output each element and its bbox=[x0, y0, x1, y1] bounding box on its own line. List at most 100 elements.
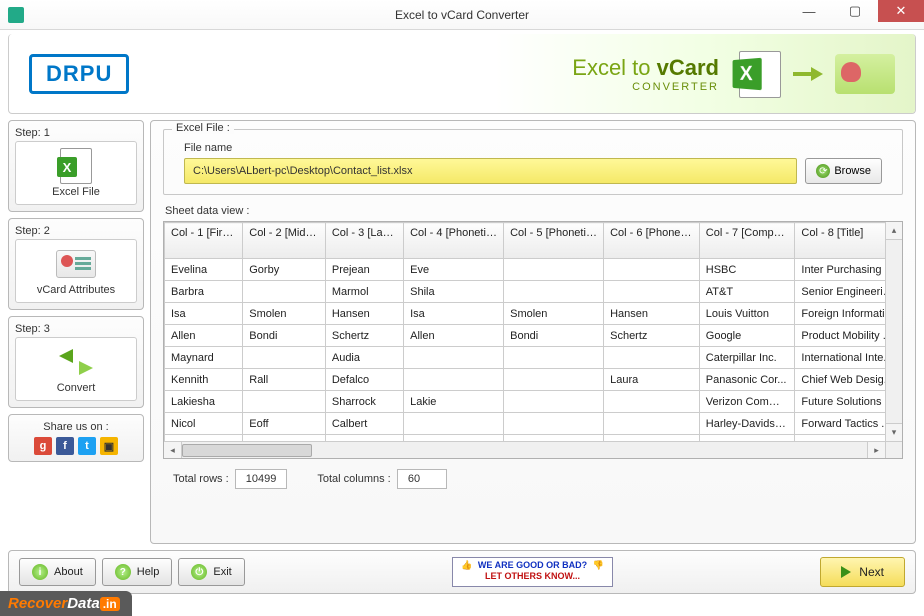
close-button[interactable]: ✕ bbox=[878, 0, 924, 22]
table-cell: Google bbox=[699, 325, 795, 347]
data-grid[interactable]: Col - 1 [First name]Col - 2 [Middle name… bbox=[163, 221, 903, 459]
table-cell bbox=[243, 347, 326, 369]
feedback-badge[interactable]: 👍 WE ARE GOOD OR BAD? 👎 LET OTHERS KNOW.… bbox=[452, 557, 612, 587]
next-button[interactable]: Next bbox=[820, 557, 905, 587]
table-cell: Nicol bbox=[165, 413, 243, 435]
help-button[interactable]: ?Help bbox=[102, 558, 173, 586]
table-cell bbox=[604, 391, 700, 413]
exit-button[interactable]: ⏻ Exit bbox=[178, 558, 244, 586]
column-header[interactable]: Col - 2 [Middle name] bbox=[243, 223, 326, 259]
column-header[interactable]: Col - 7 [Company] bbox=[699, 223, 795, 259]
title-bar: Excel to vCard Converter — ▢ ✕ bbox=[0, 0, 924, 30]
minimize-button[interactable]: — bbox=[786, 0, 832, 22]
table-row[interactable]: EvelinaGorbyPrejeanEveHSBCInter Purchasi… bbox=[165, 259, 902, 281]
share-label: Share us on : bbox=[15, 421, 137, 433]
table-cell: Harley-Davidso... bbox=[699, 413, 795, 435]
column-header[interactable]: Col - 3 [Lastname] bbox=[325, 223, 403, 259]
table-cell: Maynard bbox=[165, 347, 243, 369]
file-path-input[interactable]: C:\Users\ALbert-pc\Desktop\Contact_list.… bbox=[184, 158, 797, 184]
step-2-box: Step: 2 vCard Attributes bbox=[8, 218, 144, 310]
twitter-icon[interactable]: t bbox=[78, 437, 96, 455]
step-excel-file-button[interactable]: Excel File bbox=[15, 141, 137, 205]
table-cell bbox=[404, 369, 504, 391]
info-icon: i bbox=[32, 564, 48, 580]
table-row[interactable]: NicolEoffCalbertHarley-Davidso...Forward… bbox=[165, 413, 902, 435]
google-plus-icon[interactable]: g bbox=[34, 437, 52, 455]
excel-file-icon bbox=[60, 148, 92, 184]
step-convert-button[interactable]: Convert bbox=[15, 337, 137, 401]
column-header[interactable]: Col - 1 [First name] bbox=[165, 223, 243, 259]
table-cell bbox=[504, 369, 604, 391]
total-rows-label: Total rows : bbox=[173, 473, 229, 485]
table-cell: AT&T bbox=[699, 281, 795, 303]
brand-tagline-bold: vCard bbox=[657, 55, 719, 80]
table-row[interactable]: LakieshaSharrockLakieVerizon Commu...Fut… bbox=[165, 391, 902, 413]
table-cell bbox=[504, 413, 604, 435]
table-cell: Panasonic Cor... bbox=[699, 369, 795, 391]
table-cell: Marmol bbox=[325, 281, 403, 303]
table-cell: Lakie bbox=[404, 391, 504, 413]
maximize-button[interactable]: ▢ bbox=[832, 0, 878, 22]
exit-icon: ⏻ bbox=[191, 564, 207, 580]
table-cell: Schertz bbox=[325, 325, 403, 347]
table-cell: Shila bbox=[404, 281, 504, 303]
horizontal-scrollbar[interactable] bbox=[164, 441, 902, 458]
brand-tagline-sub: CONVERTER bbox=[572, 81, 719, 93]
vertical-scrollbar[interactable] bbox=[885, 222, 902, 441]
table-cell bbox=[504, 281, 604, 303]
table-cell: Eve bbox=[404, 259, 504, 281]
table-row[interactable]: KennithRallDefalcoLauraPanasonic Cor...C… bbox=[165, 369, 902, 391]
app-icon bbox=[8, 7, 24, 23]
browse-button[interactable]: ⟳ Browse bbox=[805, 158, 882, 184]
table-cell bbox=[243, 281, 326, 303]
content-panel: Excel File : File name C:\Users\ALbert-p… bbox=[150, 120, 916, 544]
table-cell bbox=[404, 413, 504, 435]
table-row[interactable]: AllenBondiSchertzAllenBondiSchertzGoogle… bbox=[165, 325, 902, 347]
column-header[interactable]: Col - 6 [Phonetic Given bbox=[604, 223, 700, 259]
total-cols-value: 60 bbox=[397, 469, 447, 489]
table-cell: Audia bbox=[325, 347, 403, 369]
table-cell: Bondi bbox=[504, 325, 604, 347]
column-header[interactable]: Col - 5 [Phonetic middle name] bbox=[504, 223, 604, 259]
table-cell bbox=[504, 259, 604, 281]
about-label: About bbox=[54, 566, 83, 578]
table-cell: Sharrock bbox=[325, 391, 403, 413]
help-label: Help bbox=[137, 566, 160, 578]
sheet-view-label: Sheet data view : bbox=[165, 205, 903, 217]
totals-row: Total rows : 10499 Total columns : 60 bbox=[163, 469, 903, 489]
step-3-caption: Convert bbox=[57, 382, 96, 394]
table-cell: Smolen bbox=[504, 303, 604, 325]
table-row[interactable]: BarbraMarmolShilaAT&TSenior Engineerin..… bbox=[165, 281, 902, 303]
header-banner: DRPU Excel to vCard CONVERTER bbox=[8, 34, 916, 114]
exit-label: Exit bbox=[213, 566, 231, 578]
scroll-thumb[interactable] bbox=[182, 444, 312, 457]
step-1-label: Step: 1 bbox=[15, 127, 137, 139]
feedback-line1: WE ARE GOOD OR BAD? bbox=[478, 560, 587, 570]
excel-file-legend: Excel File : bbox=[172, 122, 234, 134]
facebook-icon[interactable]: f bbox=[56, 437, 74, 455]
excel-file-fieldset: Excel File : File name C:\Users\ALbert-p… bbox=[163, 129, 903, 195]
step-vcard-attributes-button[interactable]: vCard Attributes bbox=[15, 239, 137, 303]
table-cell: Rall bbox=[243, 369, 326, 391]
about-button[interactable]: i About bbox=[19, 558, 96, 586]
table-cell: Calbert bbox=[325, 413, 403, 435]
table-cell bbox=[604, 347, 700, 369]
scroll-corner bbox=[885, 441, 902, 458]
table-cell bbox=[504, 391, 604, 413]
sidebar: Step: 1 Excel File Step: 2 vCard Attribu… bbox=[8, 120, 144, 544]
table-cell: Allen bbox=[165, 325, 243, 347]
table-cell: Verizon Commu... bbox=[699, 391, 795, 413]
table-cell: Gorby bbox=[243, 259, 326, 281]
table-cell bbox=[504, 347, 604, 369]
vcard-logo-icon bbox=[835, 54, 895, 94]
table-cell: Barbra bbox=[165, 281, 243, 303]
table-row[interactable]: MaynardAudiaCaterpillar Inc.Internationa… bbox=[165, 347, 902, 369]
table-cell bbox=[243, 391, 326, 413]
table-cell: Defalco bbox=[325, 369, 403, 391]
table-row[interactable]: IsaSmolenHansenIsaSmolenHansenLouis Vuit… bbox=[165, 303, 902, 325]
footer-data: Data bbox=[67, 595, 100, 612]
table-cell: Schertz bbox=[604, 325, 700, 347]
column-header[interactable]: Col - 4 [Phonetic Family name] bbox=[404, 223, 504, 259]
footer-recover: Recover bbox=[8, 595, 67, 612]
share-misc-icon[interactable]: ▣ bbox=[100, 437, 118, 455]
